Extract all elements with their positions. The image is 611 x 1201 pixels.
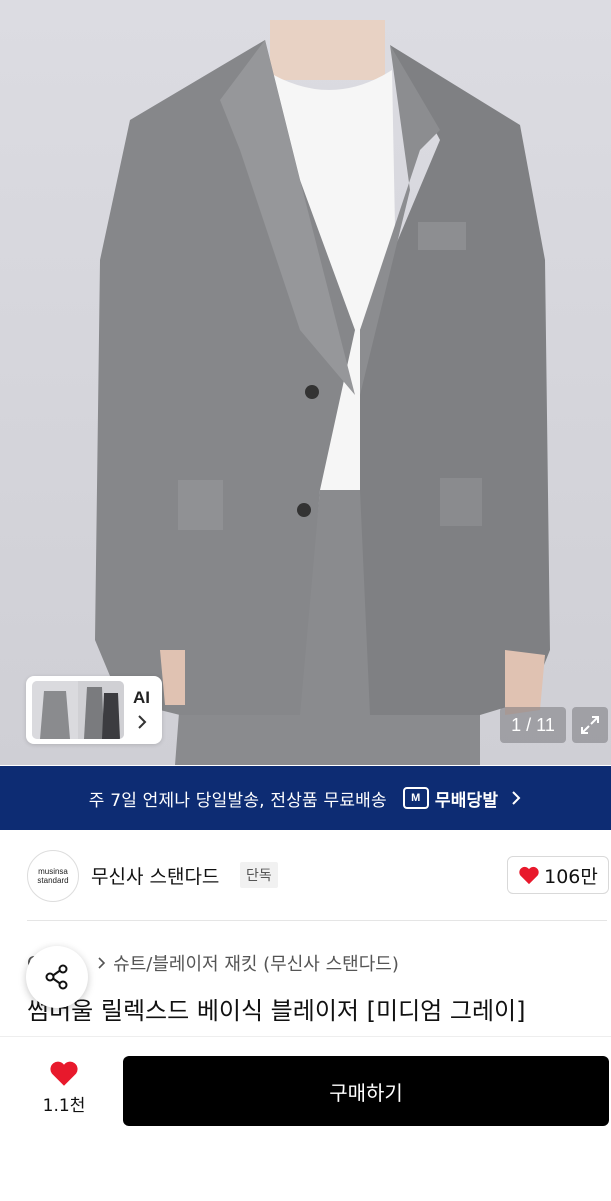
bottom-action-bar: 1.1천 구매하기 <box>0 1036 611 1201</box>
thumbnail-image[interactable] <box>32 681 124 739</box>
breadcrumb-category[interactable]: 슈트/블레이저 재킷 (무신사 스탠다드) <box>113 950 399 976</box>
heart-icon <box>519 866 539 885</box>
chevron-right-icon <box>512 791 521 805</box>
service-badge: M 무배당발 <box>402 786 522 811</box>
delivery-banner[interactable]: 주 7일 언제나 당일발송, 전상품 무료배송 M 무배당발 <box>0 766 611 830</box>
wishlist-button[interactable]: 1.1천 <box>36 1059 92 1116</box>
buy-button[interactable]: 구매하기 <box>123 1056 609 1126</box>
product-photo <box>95 20 550 765</box>
share-button[interactable] <box>26 946 88 1008</box>
divider <box>27 920 607 921</box>
service-name: 무배당발 <box>434 790 499 811</box>
brand-name[interactable]: 무신사 스탠다드 <box>91 862 219 889</box>
heart-icon <box>50 1061 78 1086</box>
exclusive-badge: 단독 <box>240 862 278 888</box>
ai-label: AI <box>133 688 150 707</box>
image-counter: 1 / 11 <box>500 707 566 743</box>
brand-row: musinsa standard 무신사 스탠다드 단독 106만 <box>0 846 611 906</box>
product-image-gallery[interactable]: AI 1 / 11 <box>0 0 611 765</box>
expand-icon <box>581 716 599 734</box>
brand-logo-line1: musinsa <box>38 867 68 876</box>
expand-button[interactable] <box>572 707 608 743</box>
brand-logo-line2: standard <box>37 876 69 885</box>
share-icon <box>45 964 68 990</box>
wishlist-count: 1.1천 <box>42 1096 86 1116</box>
banner-text: 주 7일 언제나 당일발송, 전상품 무료배송 <box>88 790 387 811</box>
product-title: 썸머울 릴렉스드 베이식 블레이저 [미디엄 그레이] <box>27 997 526 1025</box>
chevron-right-icon[interactable] <box>136 714 148 730</box>
brand-like-button[interactable]: 106만 <box>507 856 609 894</box>
chevron-right-icon <box>98 957 106 969</box>
brand-logo[interactable]: musinsa standard <box>27 850 79 902</box>
thumbnail-preview <box>32 681 124 739</box>
thumbnail-strip[interactable]: AI <box>26 676 162 744</box>
truck-icon: M <box>402 787 429 809</box>
brand-like-count: 106만 <box>544 865 598 888</box>
